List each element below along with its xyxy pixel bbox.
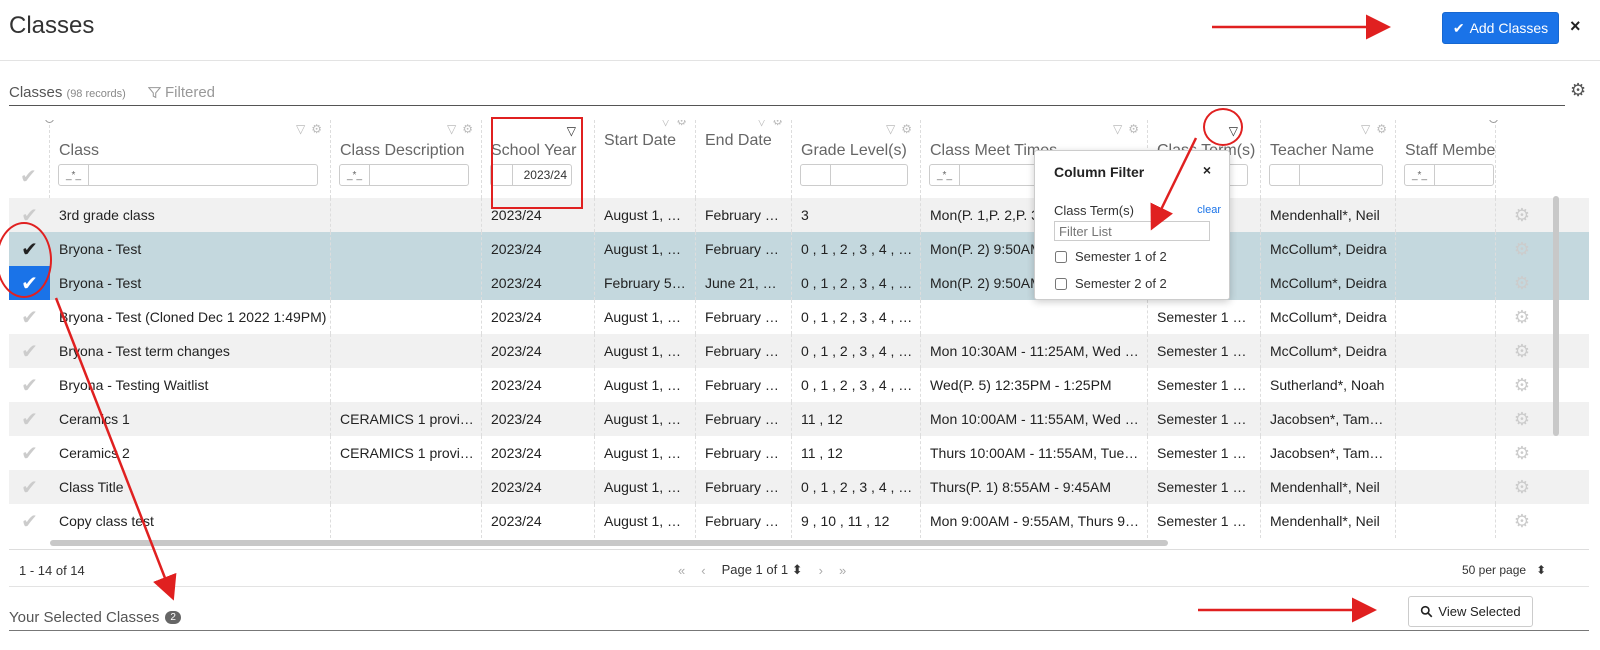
annotation-arrows (54, 14, 1391, 623)
